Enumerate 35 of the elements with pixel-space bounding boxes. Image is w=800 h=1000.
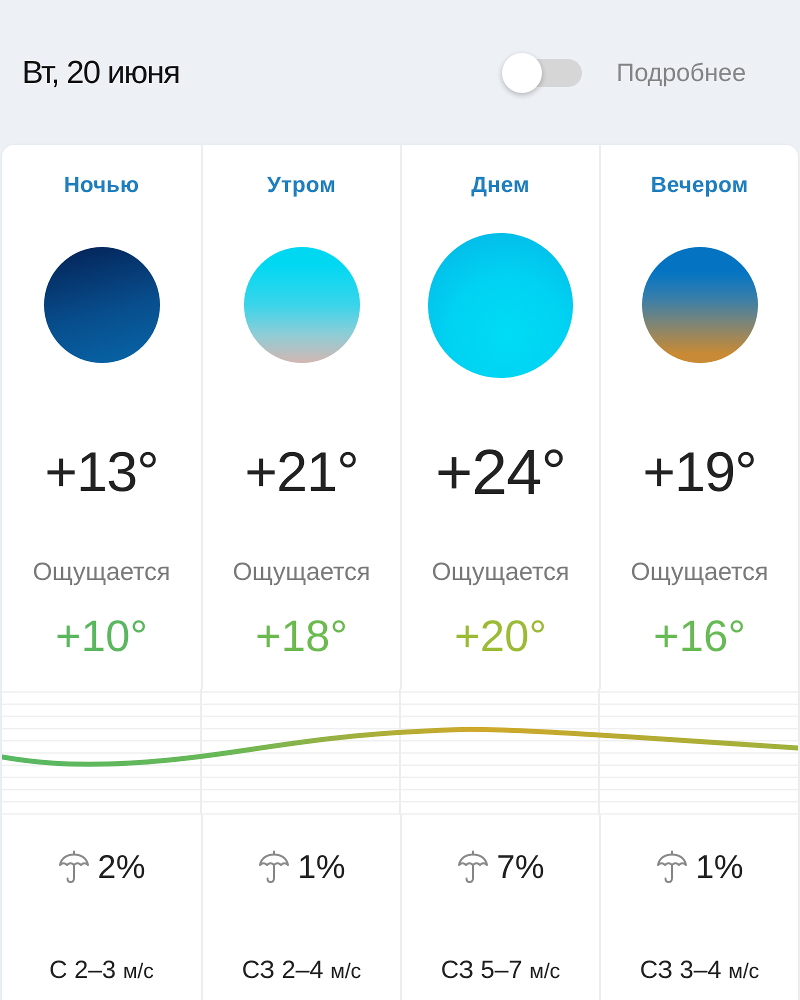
- wind-unit: м/с: [728, 959, 760, 984]
- feels-like-label: Ощущается: [32, 560, 170, 584]
- temperature-value: +21°: [244, 441, 358, 503]
- date-title: Вт, 20 июня: [22, 53, 180, 92]
- umbrella-icon: [58, 850, 90, 884]
- period-label: Днем: [471, 172, 530, 198]
- period-label: Вечером: [650, 172, 748, 198]
- temperature-value: +13°: [44, 441, 158, 503]
- wind-speed: СЗ 3–4: [640, 955, 722, 985]
- feels-like-label: Ощущается: [630, 560, 768, 584]
- details-toggle[interactable]: [502, 52, 582, 94]
- feels-like-value: +16°: [653, 612, 746, 662]
- precipitation-chance: 1%: [696, 848, 744, 886]
- wind-unit: м/с: [122, 959, 154, 984]
- wind-speed: СЗ 5–7: [440, 955, 522, 985]
- period-label: Утром: [267, 172, 336, 198]
- wind-speed: СЗ 2–4: [242, 955, 324, 985]
- period-label: Ночью: [64, 172, 140, 198]
- temperature-value: +24°: [435, 436, 566, 508]
- precipitation-chance: 1%: [298, 848, 346, 886]
- toggle-label: Подробнее: [616, 58, 746, 88]
- wind-speed: С 2–3: [49, 955, 116, 985]
- wind-unit: м/с: [330, 959, 362, 984]
- precipitation-chance: 7%: [496, 848, 544, 886]
- feels-like-value: +10°: [55, 612, 148, 662]
- umbrella-icon: [456, 850, 489, 884]
- umbrella-icon: [656, 850, 688, 884]
- umbrella-icon: [258, 850, 290, 884]
- temperature-value: +19°: [642, 441, 756, 503]
- precipitation-chance: 2%: [98, 848, 146, 886]
- wind-unit: м/с: [529, 959, 560, 984]
- feels-like-label: Ощущается: [232, 560, 370, 584]
- feels-like-value: +18°: [255, 612, 348, 662]
- feels-like-value: +20°: [454, 612, 547, 662]
- feels-like-label: Ощущается: [432, 560, 570, 584]
